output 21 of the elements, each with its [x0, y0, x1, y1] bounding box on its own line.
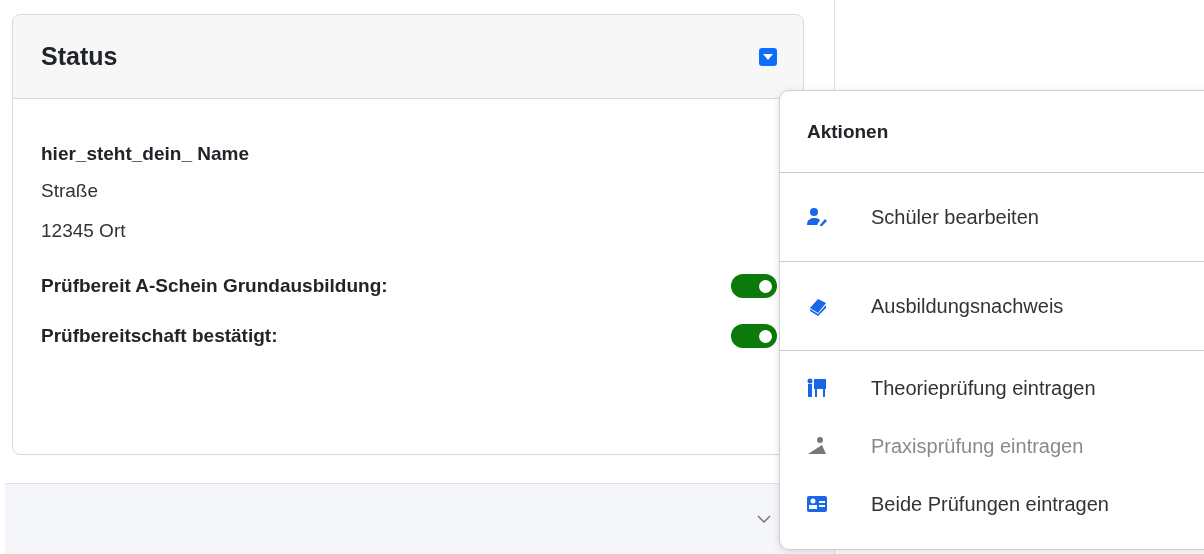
book-icon [807, 296, 827, 316]
menu-item[interactable]: Theorieprüfung eintragen [780, 359, 1204, 417]
caret-icon [763, 53, 773, 60]
street-text: Straße [41, 179, 100, 203]
menu-title: Aktionen [780, 91, 1204, 173]
toggle-switch[interactable] [731, 274, 777, 298]
menu-item[interactable]: Ausbildungsnachweis [780, 270, 1204, 342]
city-text: 12345 Ort [41, 219, 127, 243]
card-title: Status [41, 42, 118, 71]
id-card-icon [807, 494, 827, 514]
presentation-icon [807, 378, 827, 398]
chevron-icon[interactable] [757, 515, 771, 524]
menu-item[interactable]: Schüler bearbeiten [780, 181, 1204, 253]
ramp-icon [807, 436, 827, 456]
menu-item[interactable]: Beide Prüfungen eintragen [780, 475, 1204, 533]
toggle-switch[interactable] [731, 324, 777, 348]
collapse-button[interactable] [759, 47, 777, 66]
student-name: hier_steht_dein_ Name [41, 142, 251, 166]
toggle-label: Prüfbereitschaft bestätigt: [41, 325, 278, 347]
toggle-label: Prüfbereit A-Schein Grundausbildung: [41, 275, 388, 297]
user-edit-icon [807, 207, 827, 227]
